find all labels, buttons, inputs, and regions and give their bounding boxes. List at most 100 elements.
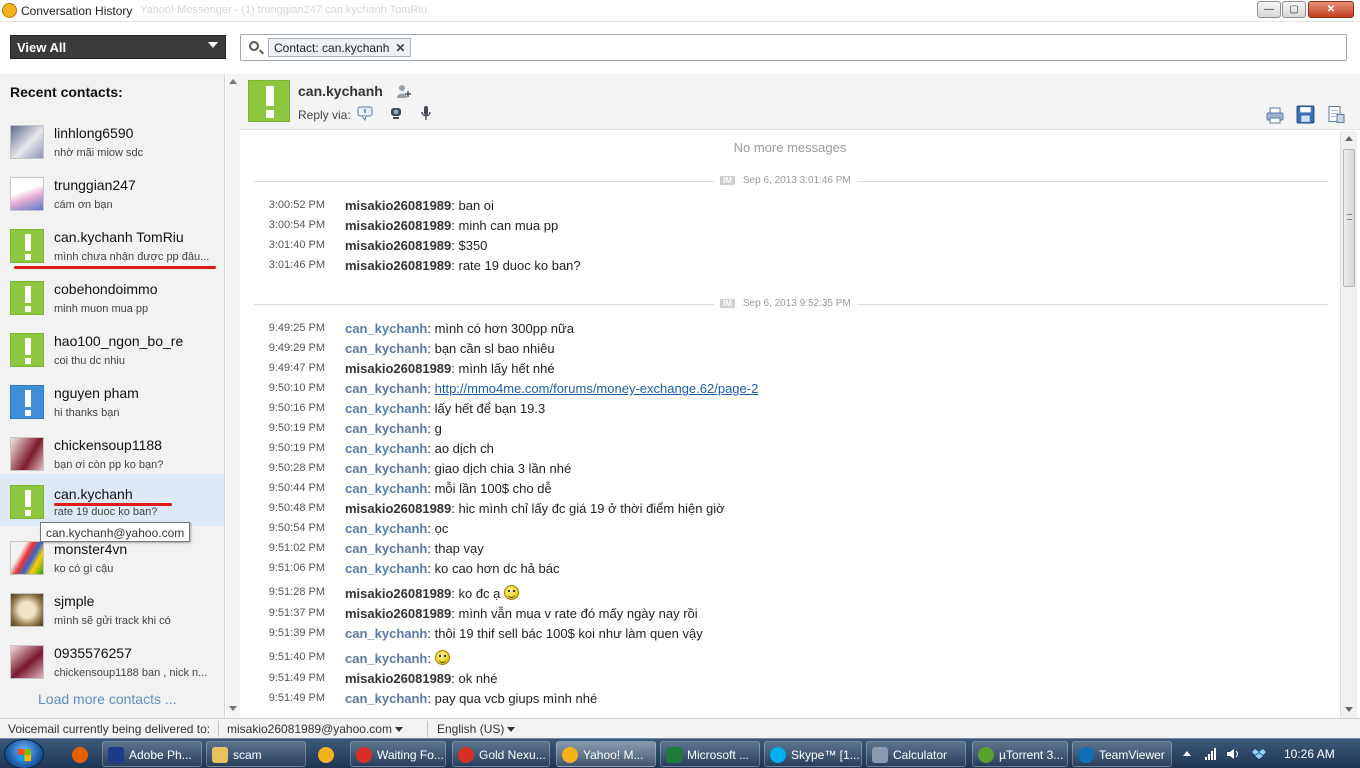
smile-emoticon-icon	[434, 650, 450, 665]
message-sender[interactable]: misakio26081989	[345, 501, 451, 516]
contact-last-message: hi thanks bạn	[54, 407, 120, 419]
message-sender[interactable]: can_kychanh	[345, 461, 427, 476]
add-contact-icon[interactable]	[396, 83, 412, 99]
start-button[interactable]	[4, 739, 44, 768]
windows-logo-icon	[18, 749, 31, 761]
message-text: : hic mình chỉ lấy đc giá 19 ở thời điểm…	[451, 501, 725, 516]
message-sender[interactable]: misakio26081989	[345, 258, 451, 273]
scroll-down-arrow-icon[interactable]	[229, 706, 237, 711]
transcript-scrollbar[interactable]	[1340, 131, 1357, 718]
taskbar-button[interactable]: µTorrent 3...	[972, 741, 1068, 767]
show-hidden-icons-icon[interactable]	[1180, 747, 1194, 761]
taskbar-button[interactable]	[66, 741, 96, 767]
message-line: misakio26081989: ok nhé	[345, 671, 498, 686]
taskbar-button[interactable]: Gold Nexu...	[452, 741, 550, 767]
yahoo-messenger-icon	[562, 747, 578, 763]
message-sender[interactable]: misakio26081989	[345, 198, 451, 213]
voice-call-icon[interactable]	[418, 105, 434, 121]
close-button[interactable]: ✕	[1308, 1, 1354, 18]
taskbar-button[interactable]: Yahoo! M...	[556, 741, 656, 767]
chevron-down-icon	[208, 42, 218, 48]
taskbar-button[interactable]	[312, 741, 342, 767]
network-icon[interactable]	[1204, 747, 1218, 761]
grip-icon	[1347, 214, 1352, 220]
view-filter-dropdown[interactable]: View All	[10, 35, 226, 59]
taskbar-button[interactable]: Skype™ [1...	[764, 741, 862, 767]
dropbox-icon[interactable]	[1252, 747, 1266, 761]
scroll-down-arrow-icon[interactable]	[1345, 707, 1353, 712]
delete-history-icon[interactable]	[1327, 105, 1345, 124]
volume-icon[interactable]	[1226, 747, 1240, 761]
taskbar-button[interactable]: Microsoft ...	[660, 741, 760, 767]
message-sender[interactable]: can_kychanh	[345, 651, 427, 666]
message-sender[interactable]: can_kychanh	[345, 321, 427, 336]
message-sender[interactable]: can_kychanh	[345, 401, 427, 416]
contact-item[interactable]: cobehondoimmo minh muon mua pp	[0, 274, 224, 326]
message-sender[interactable]: can_kychanh	[345, 441, 427, 456]
taskbar-button[interactable]: Calculator	[866, 741, 966, 767]
taskbar-button[interactable]: Waiting Fo...	[350, 741, 446, 767]
utorrent-icon	[978, 747, 994, 763]
contact-item[interactable]: nguyen pham hi thanks bạn	[0, 378, 224, 430]
message-sender[interactable]: misakio26081989	[345, 218, 451, 233]
message-sender[interactable]: can_kychanh	[345, 626, 427, 641]
scroll-up-arrow-icon[interactable]	[229, 79, 237, 84]
message-link[interactable]: http://mmo4me.com/forums/money-exchange.…	[435, 381, 759, 396]
message-sender[interactable]: can_kychanh	[345, 421, 427, 436]
load-more-contacts-link[interactable]: Load more contacts ...	[38, 691, 177, 707]
message-sender[interactable]: can_kychanh	[345, 541, 427, 556]
message-time: 9:51:02 PM	[268, 542, 325, 554]
contact-last-message: bạn ơi còn pp ko bạn?	[54, 459, 164, 471]
message-row: 9:50:16 PM can_kychanh: lấy hết để bạn 19…	[240, 400, 1330, 420]
scrollbar-thumb[interactable]	[1343, 149, 1355, 287]
contact-item-selected[interactable]: can.kychanh rate 19 duoc ko ban?	[0, 474, 224, 526]
taskbar-button[interactable]: Adobe Ph...	[102, 741, 202, 767]
contact-last-message: coi thu dc nhiu	[54, 355, 125, 367]
save-icon[interactable]	[1296, 105, 1315, 124]
contact-item[interactable]: trunggian247 cám ơn bạn	[0, 170, 224, 222]
chip-remove-icon[interactable]: ✕	[395, 41, 405, 55]
message-sender[interactable]: misakio26081989	[345, 361, 451, 376]
scroll-up-arrow-icon[interactable]	[1345, 136, 1353, 141]
search-filter-chip[interactable]: Contact: can.kychanh ✕	[268, 38, 412, 57]
message-sender[interactable]: misakio26081989	[345, 671, 451, 686]
message-sender[interactable]: can_kychanh	[345, 561, 427, 576]
message-sender[interactable]: can_kychanh	[345, 481, 427, 496]
taskbar-button[interactable]: TeamViewer	[1072, 741, 1172, 767]
language-value: English (US)	[437, 722, 505, 736]
search-input[interactable]: Contact: can.kychanh ✕	[240, 34, 1347, 61]
taskbar-clock[interactable]: 10:26 AM	[1284, 747, 1335, 761]
print-icon[interactable]	[1266, 106, 1284, 124]
message-sender[interactable]: misakio26081989	[345, 238, 451, 253]
message-sender[interactable]: can_kychanh	[345, 381, 427, 396]
video-call-icon[interactable]	[388, 105, 404, 121]
message-text: : pay qua vcb giups mình nhé	[427, 691, 598, 706]
avatar	[10, 593, 44, 627]
message-text: : giao dịch chia 3 lần nhé	[427, 461, 572, 476]
message-line: misakio26081989: hic mình chỉ lấy đc giá…	[345, 501, 725, 516]
contact-item[interactable]: linhlong6590 nhờ mãi miow sdc	[0, 118, 224, 170]
message-line: misakio26081989: ko đc ạ	[345, 585, 520, 601]
voicemail-target-dropdown[interactable]: misakio26081989@yahoo.com	[227, 722, 403, 736]
contact-item[interactable]: 0935576257 chickensoup1188 ban , nick n.…	[0, 638, 224, 690]
search-icon	[249, 41, 259, 51]
instant-message-icon[interactable]	[357, 105, 373, 121]
maximize-button[interactable]: ▢	[1282, 1, 1306, 18]
message-sender[interactable]: misakio26081989	[345, 606, 451, 621]
conversation-transcript[interactable]: No more messages IM Sep 6, 2013 3:01:46 P…	[240, 131, 1340, 718]
message-sender[interactable]: can_kychanh	[345, 691, 427, 706]
avatar	[10, 437, 44, 471]
taskbar-button[interactable]: scam	[206, 741, 306, 767]
sidebar-splitter-scroll[interactable]	[226, 74, 240, 718]
message-row: 9:51:49 PM can_kychanh: pay qua vcb giups…	[240, 690, 1330, 710]
minimize-button[interactable]: —	[1257, 1, 1281, 18]
message-sender[interactable]: misakio26081989	[345, 586, 451, 601]
contact-item[interactable]: hao100_ngon_bo_re coi thu dc nhiu	[0, 326, 224, 378]
language-dropdown[interactable]: English (US)	[437, 722, 516, 736]
message-row: 3:00:54 PM misakio26081989: minh can mua …	[240, 217, 1330, 237]
taskbar-button-label: Adobe Ph...	[129, 748, 192, 762]
message-sender[interactable]: can_kychanh	[345, 521, 427, 536]
message-sender[interactable]: can_kychanh	[345, 341, 427, 356]
contact-item[interactable]: sjmple mình sẽ gửi track khi có	[0, 586, 224, 638]
yahoo-messenger-icon	[318, 747, 334, 763]
